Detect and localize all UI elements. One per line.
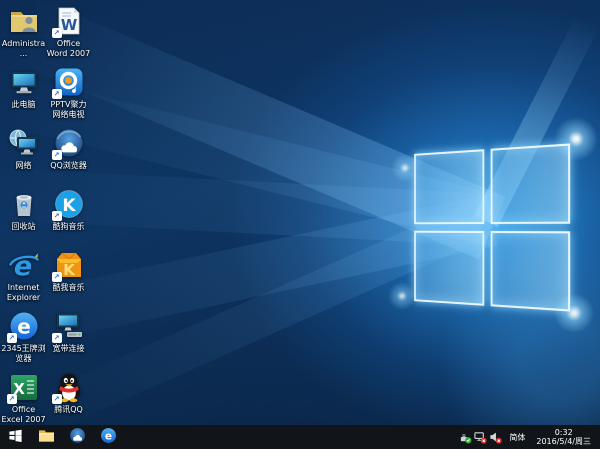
desktop-icon-label: 酷我音乐 <box>53 283 85 293</box>
shortcut-arrow-icon: ↗ <box>52 394 62 404</box>
clock[interactable]: 0:32 2016/5/4/周三 <box>531 428 596 446</box>
tencent-qq-icon: ↗ <box>53 371 85 403</box>
clock-time: 0:32 <box>536 428 591 437</box>
shortcut-arrow-icon: ↗ <box>7 333 17 343</box>
desktop-icon-recycle-bin[interactable]: 回收站 <box>1 188 46 249</box>
shortcut-arrow-icon: ↗ <box>7 394 17 404</box>
desktop-icon-kugou-music[interactable]: K ↗ 酷狗音乐 <box>46 188 91 249</box>
excel-icon: X ↗ <box>8 371 40 403</box>
windows-logo-pane <box>414 231 484 306</box>
kugou-music-icon: K ↗ <box>53 188 85 220</box>
network-icon <box>8 127 40 159</box>
desktop-icon-this-pc[interactable]: 此电脑 <box>1 66 46 127</box>
svg-text:e: e <box>17 315 31 339</box>
desktop-icon-label: Internet Explorer <box>1 283 46 303</box>
desktop-icon-qq-browser[interactable]: ↗ QQ浏览器 <box>46 127 91 188</box>
system-tray: 简体 0:32 2016/5/4/周三 <box>458 425 600 449</box>
desktop-icon-label: 网络 <box>16 161 32 171</box>
desktop-icon-kuwo-music[interactable]: K ↗ 酷我音乐 <box>46 249 91 310</box>
2345-browser-icon: e <box>100 427 117 448</box>
internet-explorer-icon: e <box>8 249 40 281</box>
qq-browser-icon <box>69 427 86 448</box>
desktop-icon-2345-browser[interactable]: e ↗ 2345王牌浏览器 <box>1 310 46 371</box>
shortcut-arrow-icon: ↗ <box>52 333 62 343</box>
clock-date: 2016/5/4/周三 <box>536 437 591 446</box>
shortcut-arrow-icon: ↗ <box>52 150 62 160</box>
desktop-icon-network[interactable]: 网络 <box>1 127 46 188</box>
desktop-icon-label: Administra... <box>1 39 46 59</box>
desktop-icon-pptv[interactable]: ↗ PPTV聚力 网络电视 <box>46 66 91 127</box>
desktop-icon-label: 腾讯QQ <box>54 405 83 415</box>
windows-logo-pane <box>490 231 570 312</box>
svg-text:e: e <box>105 429 112 442</box>
shortcut-arrow-icon: ↗ <box>52 272 62 282</box>
kuwo-music-icon: K ↗ <box>53 249 85 281</box>
desktop-icon-label: 宽带连接 <box>53 344 85 354</box>
shortcut-arrow-icon: ↗ <box>52 211 62 221</box>
desktop-icon-office-excel-2007[interactable]: X ↗ Office Excel 2007 <box>1 371 46 425</box>
desktop-icon-label: QQ浏览器 <box>50 161 87 171</box>
taskbar-file-explorer-button[interactable] <box>31 425 62 449</box>
desktop-icon-label: 2345王牌浏览器 <box>1 344 46 364</box>
start-button[interactable] <box>0 425 31 449</box>
network-status-icon[interactable] <box>473 425 488 449</box>
windows-logo-pane <box>490 143 570 224</box>
desktop-icon-tencent-qq[interactable]: ↗ 腾讯QQ <box>46 371 91 425</box>
taskbar: e <box>0 425 600 449</box>
taskbar-qq-browser-button[interactable] <box>62 425 93 449</box>
shortcut-arrow-icon: ↗ <box>52 28 62 38</box>
windows-logo-pane <box>414 149 484 224</box>
volume-icon[interactable] <box>488 425 503 449</box>
language-indicator[interactable]: 简体 <box>503 432 531 443</box>
desktop-icon-label: Office Word 2007 <box>46 39 91 59</box>
svg-text:W: W <box>60 16 77 34</box>
this-pc-icon <box>8 66 40 98</box>
2345-browser-icon: e ↗ <box>8 310 40 342</box>
broadband-connection-icon: ↗ <box>53 310 85 342</box>
desktop-icon-label: 酷狗音乐 <box>53 222 85 232</box>
desktop-wallpaper: Administra... 此电脑 <box>0 0 600 425</box>
windows-desktop-screen: Administra... 此电脑 <box>0 0 600 449</box>
recycle-bin-icon <box>8 188 40 220</box>
desktop-icon-internet-explorer[interactable]: e Internet Explorer <box>1 249 46 310</box>
desktop-icon-label: 此电脑 <box>12 100 36 110</box>
desktop-icon-grid: Administra... 此电脑 <box>1 5 91 425</box>
qq-browser-icon: ↗ <box>53 127 85 159</box>
word-icon: W ↗ <box>53 5 85 37</box>
desktop-icon-label: PPTV聚力 网络电视 <box>46 100 91 120</box>
usb-safely-remove-icon[interactable] <box>458 425 473 449</box>
svg-text:K: K <box>63 261 76 279</box>
shortcut-arrow-icon: ↗ <box>52 89 62 99</box>
desktop-icon-broadband-connection[interactable]: ↗ 宽带连接 <box>46 310 91 371</box>
taskbar-2345-browser-button[interactable]: e <box>93 425 124 449</box>
user-folder-icon <box>8 5 40 37</box>
desktop-icon-office-word-2007[interactable]: W ↗ Office Word 2007 <box>46 5 91 66</box>
desktop-icon-label: 回收站 <box>12 222 36 232</box>
windows-start-icon <box>8 428 23 447</box>
folder-icon <box>38 428 55 447</box>
desktop-icon-label: Office Excel 2007 <box>1 405 46 425</box>
windows-logo <box>414 143 570 311</box>
pptv-icon: ↗ <box>53 66 85 98</box>
svg-text:K: K <box>62 196 76 216</box>
desktop-icon-administrator[interactable]: Administra... <box>1 5 46 66</box>
